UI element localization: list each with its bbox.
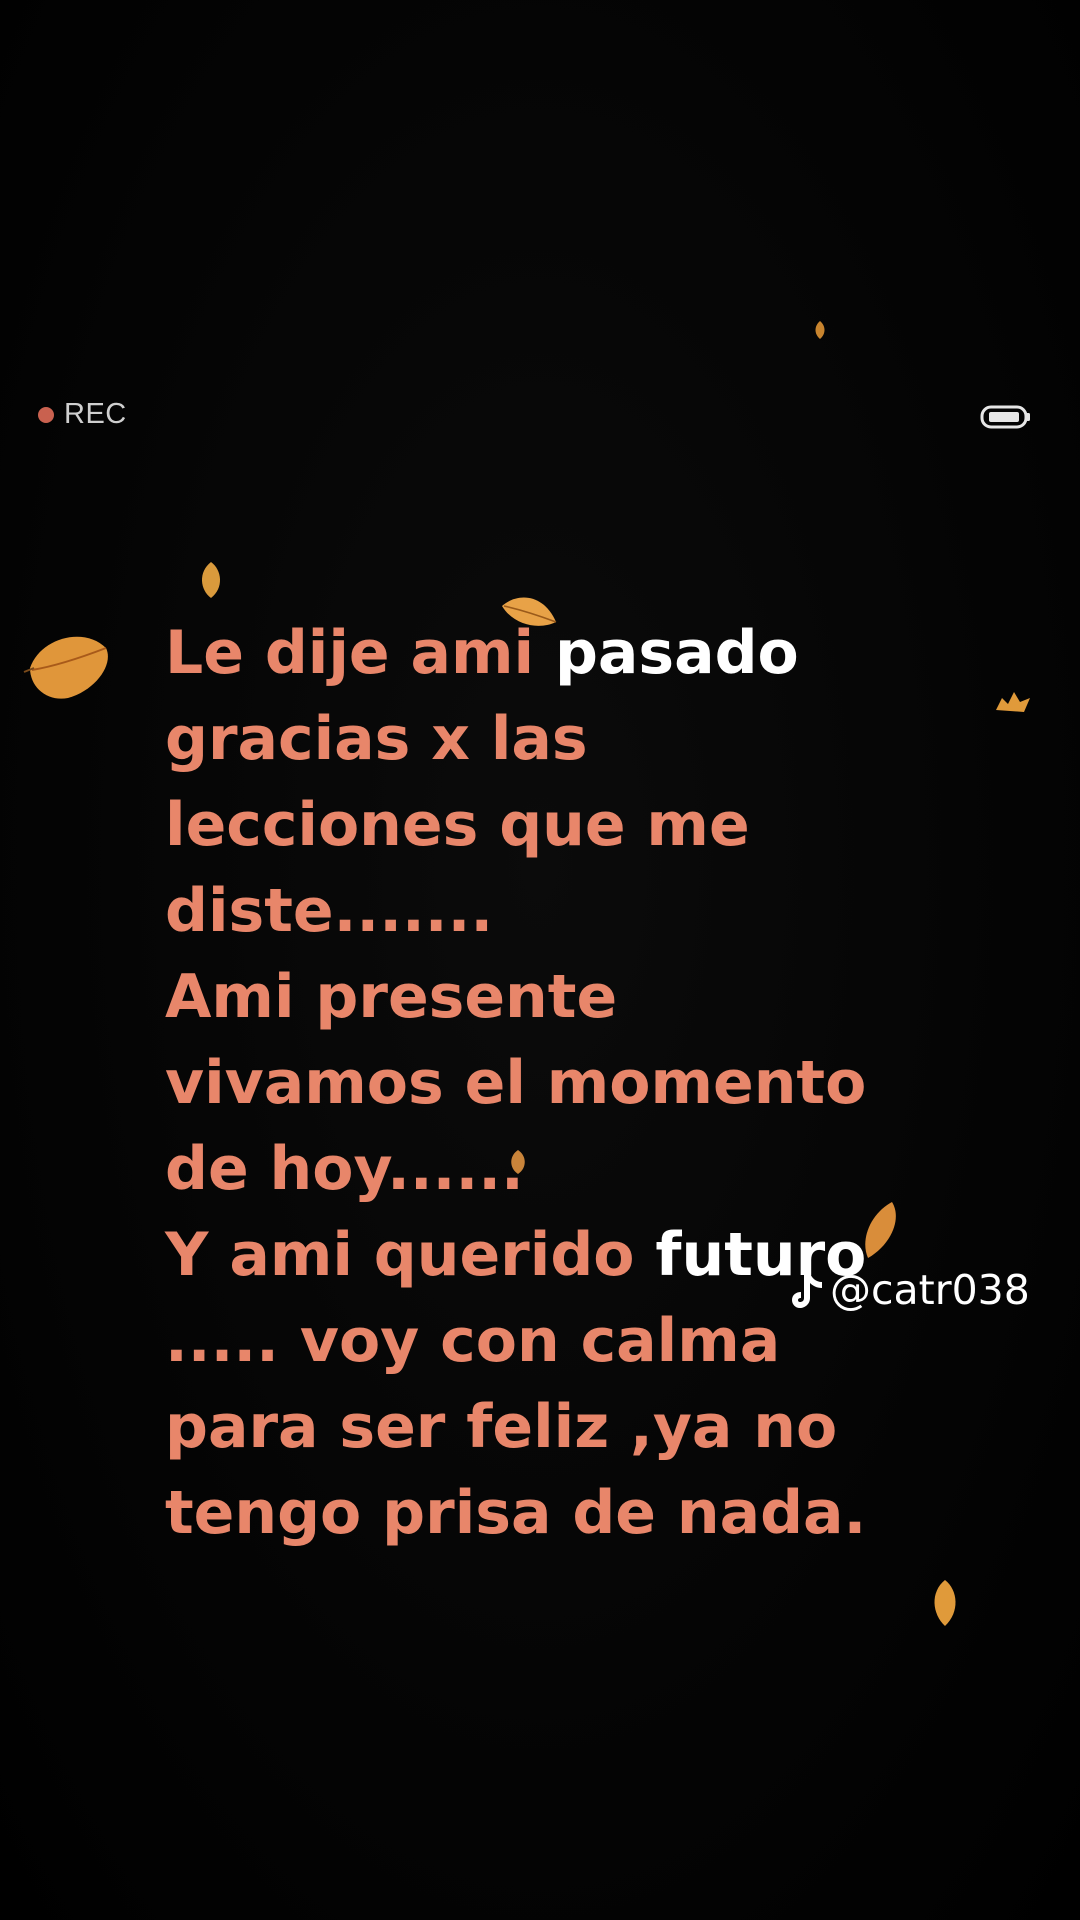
rec-label: REC xyxy=(64,398,127,430)
highlighted-word: pasado xyxy=(554,618,799,688)
battery-icon xyxy=(980,405,1030,429)
tiktok-icon xyxy=(792,1272,822,1308)
quote-line: Ami presente xyxy=(165,962,618,1032)
quote-line: tengo prisa de nada. xyxy=(165,1478,867,1548)
quote-line: de hoy...... xyxy=(165,1134,524,1204)
falling-leaf-icon xyxy=(23,636,108,699)
quote-line: gracias x las xyxy=(165,704,588,774)
creator-handle: @catr038 xyxy=(830,1266,1030,1314)
rec-indicator: REC xyxy=(38,398,127,431)
video-frame: REC Le dije ami pasado gracias x las lec… xyxy=(0,0,1080,1920)
quote-line-text: Y ami querido xyxy=(165,1220,656,1290)
falling-leaf-icon xyxy=(934,1580,956,1626)
falling-leaf-icon xyxy=(815,321,825,339)
quote-line: Le dije ami pasado xyxy=(165,610,1045,696)
quote-line: diste....... xyxy=(165,876,494,946)
quote-line-text: Le dije ami xyxy=(165,618,555,688)
record-dot-icon xyxy=(38,406,54,423)
quote-line: para ser feliz ,ya no xyxy=(165,1392,838,1462)
quote-line: vivamos el momento xyxy=(165,1048,867,1118)
tiktok-watermark: @catr038 xyxy=(790,1266,1030,1314)
falling-leaf-icon xyxy=(201,562,221,598)
quote-text: Le dije ami pasado gracias x las leccion… xyxy=(165,610,1045,1556)
quote-line: lecciones que me xyxy=(165,790,750,860)
